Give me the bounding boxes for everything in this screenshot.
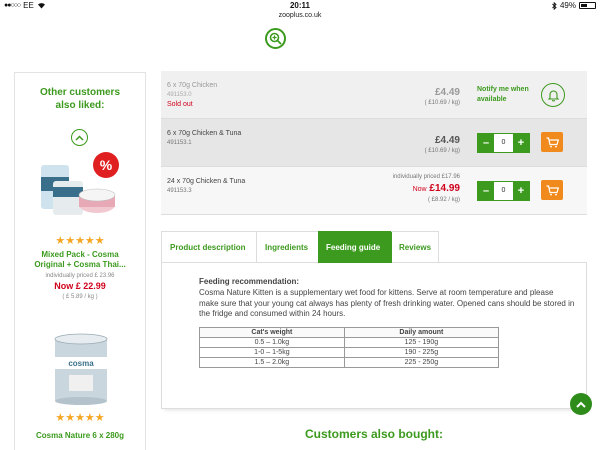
sidebar-product-name[interactable]: Mixed Pack - Cosma Original + Cosma Thai… — [15, 250, 145, 270]
quantity-input[interactable]: 0 — [494, 134, 513, 152]
add-to-cart-button[interactable] — [541, 180, 563, 200]
variant-per-kg: ( £10.69 / kg) — [424, 100, 460, 106]
table-header-row: Cat's weight Daily amount — [199, 327, 500, 338]
status-time: 20:11 — [289, 1, 311, 10]
bluetooth-icon — [552, 1, 557, 10]
table-cell: 225 - 250g — [343, 357, 500, 368]
sidebar-per-kg: ( £ 5.89 / kg ) — [62, 294, 98, 300]
cart-icon — [546, 136, 559, 147]
sidebar-title: Other customers also liked: — [39, 87, 121, 111]
table-row: 1-0 – 1-5kg 190 - 225g — [199, 347, 500, 358]
variant-row: 6 x 70g Chicken & Tuna 491153.1 £4.49 ( … — [161, 119, 587, 167]
sidebar-now-price: Now £ 22.99 — [54, 281, 106, 291]
variant-sku: 491153.1 — [167, 140, 192, 146]
variants-list: 6 x 70g Chicken 491153.0 Sold out £4.49 … — [161, 71, 587, 215]
also-bought-heading: Customers also bought: — [304, 427, 443, 441]
cart-icon — [546, 184, 559, 195]
variant-sku: 491153.3 — [167, 188, 192, 194]
feeding-table: Cat's weight Daily amount 0.5 – 1.0kg 12… — [199, 327, 500, 368]
increment-button[interactable]: + — [513, 182, 529, 200]
decrement-button[interactable]: – — [478, 134, 494, 152]
scroll-to-top-button[interactable] — [570, 393, 592, 415]
feeding-description: Cosma Nature Kitten is a supplementary w… — [199, 288, 575, 318]
table-cell: 0.5 – 1.0kg — [199, 337, 345, 348]
quantity-stepper[interactable]: – 0 + — [477, 181, 530, 201]
variant-price: £4.49 — [434, 87, 460, 98]
notify-me-link[interactable]: Notify me when available — [477, 85, 541, 105]
variant-individual-price: individually priced £17.96 — [392, 174, 460, 180]
sold-out-label: Sold out — [167, 101, 193, 108]
table-row: 0.5 – 1.0kg 125 - 190g — [199, 337, 500, 348]
bell-icon[interactable] — [541, 83, 565, 107]
table-cell: 125 - 190g — [343, 337, 500, 348]
table-cell: 1-0 – 1-5kg — [199, 347, 345, 358]
quantity-input[interactable]: 0 — [494, 182, 513, 200]
battery-percent: 49% — [559, 1, 576, 10]
column-header: Daily amount — [343, 327, 500, 338]
variant-price: £4.49 — [434, 135, 460, 146]
rating-stars: ★★★★★ — [55, 412, 105, 424]
rating-stars: ★★★★★ — [55, 235, 105, 247]
status-bar: ●●○○○ EE 20:11 49% — [0, 0, 600, 12]
table-cell: 190 - 225g — [343, 347, 500, 358]
variant-row-sold-out: 6 x 70g Chicken 491153.0 Sold out £4.49 … — [161, 71, 587, 119]
feeding-guide-panel: Feeding recommendation: Cosma Nature Kit… — [161, 263, 587, 409]
chevron-up-icon — [576, 401, 586, 408]
variant-per-kg: ( £8.92 / kg) — [427, 197, 460, 203]
variant-now-price: Now £14.99 — [412, 183, 460, 194]
svg-text:cosma: cosma — [68, 359, 94, 368]
variant-name: 24 x 70g Chicken & Tuna — [167, 178, 246, 185]
feeding-heading: Feeding recommendation: — [199, 277, 300, 286]
product-image-mixed-pack[interactable]: % — [39, 151, 129, 221]
table-row: 1.5 – 2.0kg 225 - 250g — [199, 357, 500, 368]
battery-icon — [579, 2, 596, 9]
add-to-cart-button[interactable] — [541, 132, 563, 152]
increment-button[interactable]: + — [513, 134, 529, 152]
tab-reviews[interactable]: Reviews — [391, 231, 439, 263]
zoom-icon[interactable] — [265, 28, 286, 49]
variant-row: 24 x 70g Chicken & Tuna 491153.3 individ… — [161, 167, 587, 215]
product-image-cosma-nature[interactable]: cosma — [51, 331, 111, 407]
tab-feeding-guide[interactable]: Feeding guide — [318, 231, 392, 263]
tab-product-description[interactable]: Product description — [161, 231, 257, 263]
variant-sku: 491153.0 — [167, 92, 192, 98]
tab-ingredients[interactable]: Ingredients — [257, 231, 319, 263]
table-cell: 1.5 – 2.0kg — [199, 357, 345, 368]
status-right: 49% — [552, 1, 596, 10]
chevron-up-icon[interactable] — [71, 129, 88, 146]
column-header: Cat's weight — [199, 327, 345, 338]
decrement-button[interactable]: – — [478, 182, 494, 200]
product-tabs: Product description Ingredients Feeding … — [161, 231, 587, 263]
quantity-stepper[interactable]: – 0 + — [477, 133, 530, 153]
variant-name: 6 x 70g Chicken & Tuna — [167, 130, 242, 137]
sidebar-recommendations: Other customers also liked: % ★★★★★ Mixe… — [14, 72, 146, 450]
variant-per-kg: ( £10.69 / kg) — [424, 148, 460, 154]
variant-name: 6 x 70g Chicken — [167, 82, 218, 89]
sidebar-product-name[interactable]: Cosma Nature 6 x 280g — [15, 431, 145, 441]
sidebar-individual-price: individually priced £ 23.96 — [45, 273, 115, 279]
url-bar[interactable]: zooplus.co.uk — [0, 12, 600, 19]
svg-text:%: % — [100, 157, 113, 173]
